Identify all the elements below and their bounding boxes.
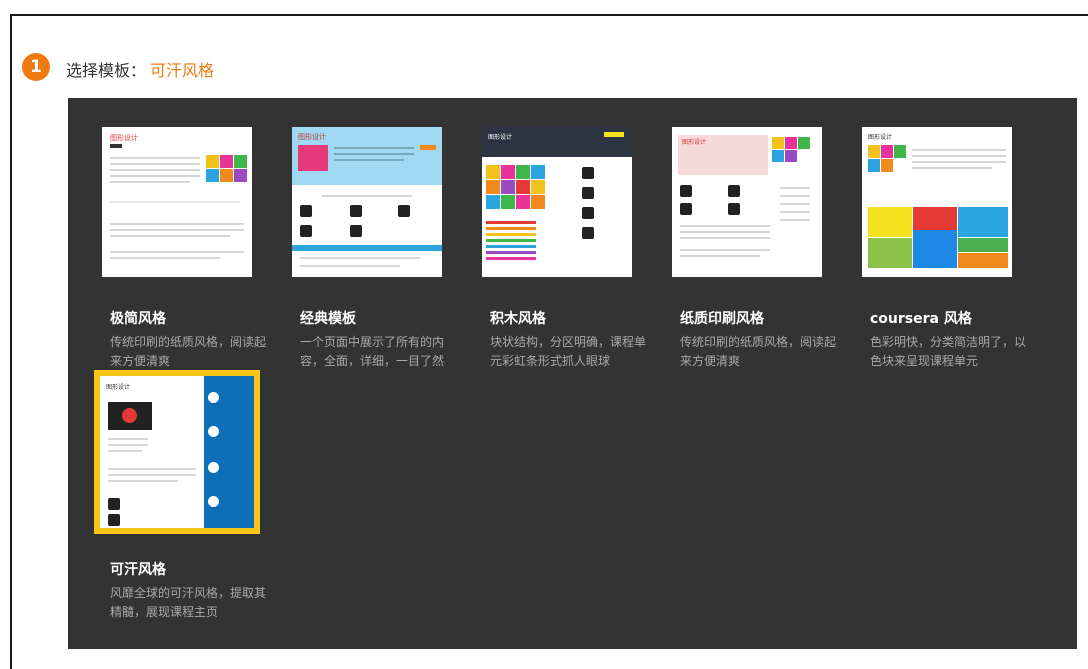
template-thumbnail-coursera[interactable]: 图形设计 xyxy=(862,127,1012,277)
step-label-text: 选择模板： xyxy=(66,61,147,80)
template-thumbnail-minimal[interactable]: 图形设计 xyxy=(102,127,252,277)
template-thumbnail-blocks[interactable]: 图形设计 xyxy=(482,127,632,277)
step-label: 选择模板： 可汗风格 xyxy=(66,57,214,81)
template-title: coursera 风格 xyxy=(870,311,972,327)
step-number-badge: 1 xyxy=(22,53,50,81)
template-thumbnail-classic[interactable]: 图形设计 xyxy=(292,127,442,277)
template-title: 经典模板 xyxy=(300,311,356,327)
template-title: 可汗风格 xyxy=(110,562,166,578)
template-thumbnail-print[interactable]: 图形设计 xyxy=(672,127,822,277)
template-title: 极简风格 xyxy=(110,311,166,327)
template-gallery: 图形设计 极简风格 传统印刷的纸质风格，阅读起来方便清爽 图形设计 经典模板 一… xyxy=(68,98,1077,649)
template-title: 积木风格 xyxy=(490,311,546,327)
template-description: 传统印刷的纸质风格，阅读起来方便清爽 xyxy=(110,335,267,368)
template-description: 色彩明快，分类简洁明了，以色块来呈现课程单元 xyxy=(870,335,1027,368)
template-description: 传统印刷的纸质风格，阅读起来方便清爽 xyxy=(680,335,837,368)
template-description: 块状结构，分区明确，课程单元彩虹条形式抓人眼球 xyxy=(490,335,647,368)
selected-template-name: 可汗风格 xyxy=(150,61,215,80)
template-title: 纸质印刷风格 xyxy=(680,311,764,327)
template-description: 风靡全球的可汗风格，提取其精髓，展现课程主页 xyxy=(110,586,267,619)
template-thumbnail-khan[interactable]: 图形设计 xyxy=(94,370,260,534)
template-description: 一个页面中展示了所有的内容，全面，详细，一目了然 xyxy=(300,335,445,368)
